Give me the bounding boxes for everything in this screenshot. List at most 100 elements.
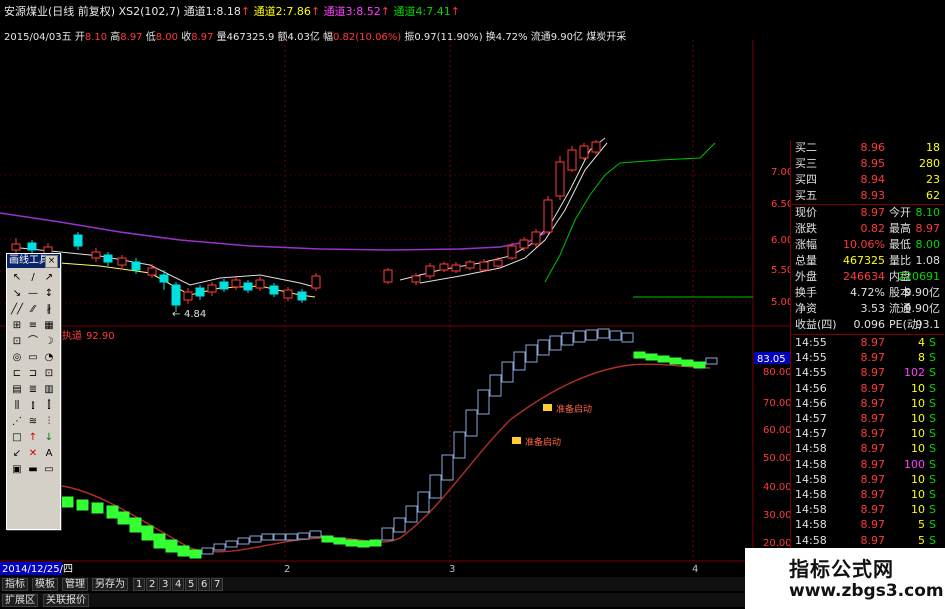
candle-15 — [231, 277, 241, 290]
indicator-bar-12 — [213, 543, 226, 551]
stat-value-2: 8.10 — [915, 206, 941, 219]
bottom-tab-2[interactable]: 管理 — [62, 578, 88, 591]
draw-tool-32-icon[interactable]: ↓ — [41, 430, 57, 446]
tick-price: 8.97 — [860, 472, 886, 486]
tick-price: 8.97 — [860, 381, 886, 395]
draw-tool-35-icon[interactable]: A — [41, 446, 57, 462]
order-volume: 280 — [919, 157, 940, 170]
draw-tool-33-icon[interactable]: ↙ — [9, 446, 25, 462]
price-axis: 7.00 6.50 6.00 5.50 5.00 — [771, 167, 790, 308]
draw-tool-15-icon[interactable]: ◎ — [9, 350, 25, 366]
stat-label: 净资 — [795, 302, 817, 315]
draw-tool-18-icon[interactable]: ⊏ — [9, 366, 25, 382]
bottom-tab-5[interactable]: 2 — [146, 578, 159, 591]
tick-volume: 5 — [918, 518, 925, 532]
bottom-tab-0[interactable]: 指标 — [2, 578, 28, 591]
indicator-bar-17 — [273, 533, 286, 541]
draw-tool-13-icon[interactable]: ⌒ — [25, 334, 41, 350]
draw-tool-12-icon[interactable]: ⊡ — [9, 334, 25, 350]
draw-tool-9-icon[interactable]: ⊞ — [9, 318, 25, 334]
watermark-url: www.zbgs3.com — [789, 581, 944, 601]
indicator-bar-24 — [357, 540, 370, 548]
indicator-bar-25 — [369, 539, 382, 547]
stats-row: 涨跌 0.82 最高 8.97 — [791, 221, 944, 237]
draw-tool-38-icon[interactable]: ▭ — [41, 462, 57, 478]
tick-direction: S — [929, 503, 936, 517]
draw-tool-34-icon[interactable]: ✕ — [25, 446, 41, 462]
tick-volume: 10 — [911, 427, 925, 441]
indicator-bar-50 — [669, 357, 682, 365]
tick-time: 14:55 — [795, 351, 827, 365]
draw-tool-11-icon[interactable]: ▦ — [41, 318, 57, 334]
indicator-bar-26 — [381, 527, 394, 541]
draw-tool-22-icon[interactable]: ≣ — [25, 382, 41, 398]
tick-row: 14:58 8.97 10 S — [791, 487, 944, 502]
draw-tool-17-icon[interactable]: ◔ — [41, 350, 57, 366]
draw-tool-14-icon[interactable]: ☽ — [41, 334, 57, 350]
tick-price: 8.97 — [860, 442, 886, 456]
bottom-tab-6[interactable]: 3 — [159, 578, 172, 591]
draw-tool-0-icon[interactable]: ↖ — [9, 270, 25, 286]
bottom-tab-3[interactable]: 另存为 — [92, 578, 128, 591]
order-price: 8.93 — [860, 189, 886, 202]
draw-tool-27-icon[interactable]: ⋰ — [9, 414, 25, 430]
draw-tool-29-icon[interactable]: ⫶ — [41, 414, 57, 430]
draw-tool-26-icon[interactable]: ⫿ — [41, 398, 57, 414]
bottom-tab-10[interactable]: 7 — [211, 578, 224, 591]
bottom-tab-8[interactable]: 5 — [185, 578, 198, 591]
bottom-tab-9[interactable]: 6 — [198, 578, 211, 591]
bottom-tab2-1[interactable]: 关联报价 — [43, 594, 89, 607]
draw-tool-2-icon[interactable]: ↗ — [41, 270, 57, 286]
bottom-tab-4[interactable]: 1 — [133, 578, 146, 591]
indicator-bar-39 — [537, 339, 550, 356]
draw-tool-31-icon[interactable]: ↑ — [25, 430, 41, 446]
stat-label: 总量 — [795, 254, 817, 267]
tick-row: 14:58 8.97 100 S — [791, 457, 944, 472]
sub-indicator-name: 执道 — [62, 329, 82, 342]
draw-tool-1-icon[interactable]: / — [25, 270, 41, 286]
candle-3 — [73, 232, 83, 250]
drawing-toolbox[interactable]: 画线工具 × ↖ / ↗ ↘ — ↕ ╱╱ ⁄⁄ ∦ ⊞ ≡ ▦ ⊡ ⌒ ☽ ◎ ▭ ◔ ⊏ ⊐ ⊡ ▤ ≣ ▥ ⫼ ⫾ ⫿ ⋰ ≋ ⫶ □… — [6, 253, 61, 530]
order-book-row: 买三 8.95 280 — [791, 156, 944, 172]
draw-tool-25-icon[interactable]: ⫾ — [25, 398, 41, 414]
draw-tool-30-icon[interactable]: □ — [9, 430, 25, 446]
tick-direction: S — [929, 533, 936, 547]
draw-tool-5-icon[interactable]: ↕ — [41, 286, 57, 302]
draw-tool-7-icon[interactable]: ⁄⁄ — [25, 302, 41, 318]
draw-tool-23-icon[interactable]: ▥ — [41, 382, 57, 398]
order-book-row: 买五 8.93 62 — [791, 188, 944, 204]
close-icon[interactable]: × — [45, 255, 58, 268]
bottom-tab2-0[interactable]: 扩展区 — [2, 594, 38, 607]
tick-volume: 100 — [904, 457, 925, 471]
draw-tool-20-icon[interactable]: ⊡ — [41, 366, 57, 382]
tick-price: 8.97 — [860, 412, 886, 425]
tick-time: 14:55 — [795, 336, 827, 349]
draw-tool-36-icon[interactable]: ▣ — [9, 462, 25, 478]
candle-26 — [451, 262, 461, 273]
tick-row: 14:58 8.97 5 S — [791, 517, 944, 532]
tick-direction: S — [929, 488, 936, 501]
draw-tool-3-icon[interactable]: ↘ — [9, 286, 25, 302]
tick-time: 14:58 — [795, 457, 827, 471]
month-tick-3: 3 — [449, 564, 455, 575]
draw-tool-6-icon[interactable]: ╱╱ — [9, 302, 25, 318]
kline-chart[interactable]: ← 4.84 执道 92.90 准备启动 准备启动 7.00 6.50 6.00… — [0, 0, 790, 609]
candle-31 — [519, 237, 529, 251]
candle-10 — [171, 282, 181, 312]
tick-list[interactable]: 14:55 8.97 4 S 14:55 8.97 8 S 14:55 8.97 102 S 14:56… — [791, 334, 944, 547]
tick-volume: 10 — [911, 488, 925, 501]
toolbox-grid: ↖ / ↗ ↘ — ↕ ╱╱ ⁄⁄ ∦ ⊞ ≡ ▦ ⊡ ⌒ ☽ ◎ ▭ ◔ ⊏ ⊐ ⊡ ▤ ≣ ▥ ⫼ ⫾ ⫿ ⋰ ≋ ⫶ □ ↑ ↓ ↙ ✕ A ▣ ▬… — [9, 270, 58, 478]
tick-time: 14:55 — [795, 366, 827, 380]
draw-tool-8-icon[interactable]: ∦ — [41, 302, 57, 318]
draw-tool-4-icon[interactable]: — — [25, 286, 41, 302]
draw-tool-19-icon[interactable]: ⊐ — [25, 366, 41, 382]
draw-tool-10-icon[interactable]: ≡ — [25, 318, 41, 334]
draw-tool-21-icon[interactable]: ▤ — [9, 382, 25, 398]
draw-tool-37-icon[interactable]: ▬ — [25, 462, 41, 478]
draw-tool-24-icon[interactable]: ⫼ — [9, 398, 25, 414]
bottom-tab-7[interactable]: 4 — [172, 578, 185, 591]
bottom-tab-1[interactable]: 模板 — [32, 578, 58, 591]
draw-tool-28-icon[interactable]: ≋ — [25, 414, 41, 430]
indicator-bar-33 — [465, 409, 478, 437]
draw-tool-16-icon[interactable]: ▭ — [25, 350, 41, 366]
